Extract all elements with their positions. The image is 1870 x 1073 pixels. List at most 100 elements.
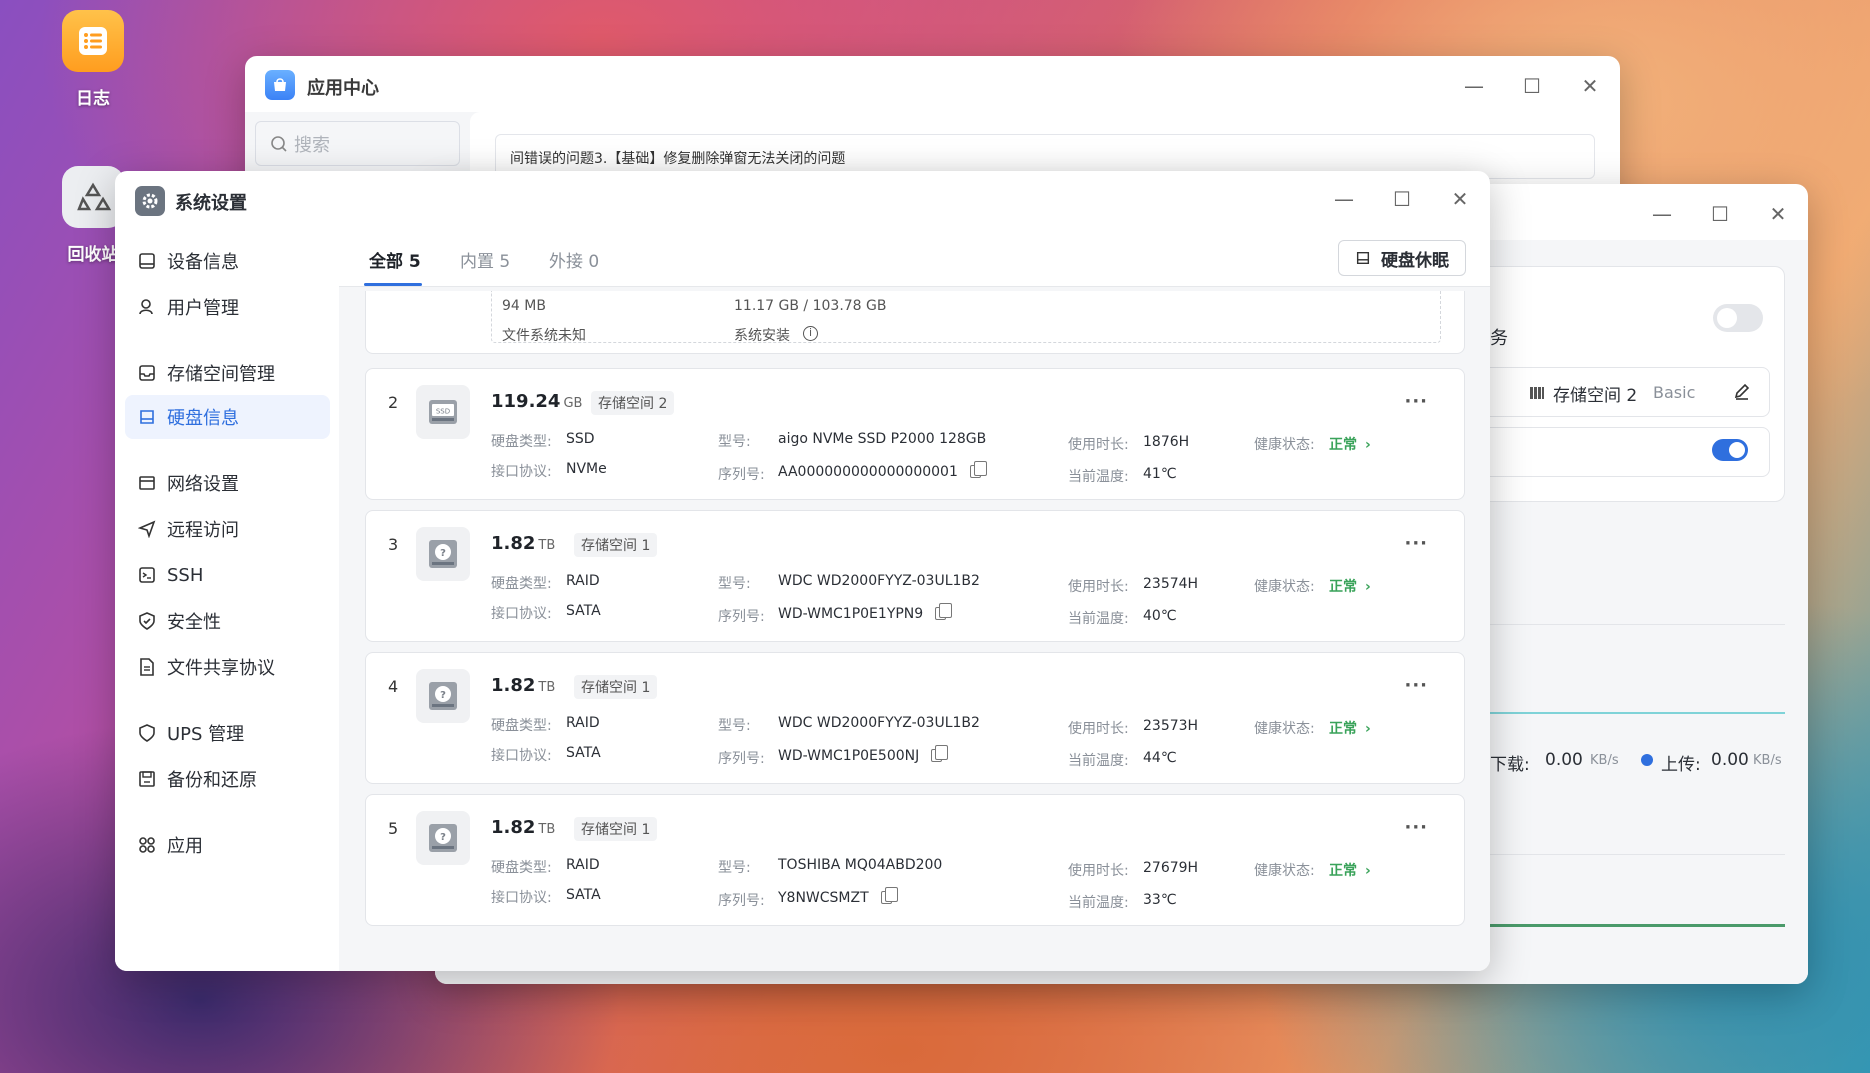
disk-model-label: 型号:: [718, 576, 751, 592]
tab-all[interactable]: 全部 5: [369, 247, 421, 272]
minimize-icon[interactable]: —: [1332, 187, 1356, 211]
app-center-title: 应用中心: [307, 78, 379, 99]
disk-card-4: 4 ? 1.82 TB 存储空间 1 ··· 硬盘类型: RAID 接口协议: S…: [365, 652, 1465, 784]
service-toggle[interactable]: [1713, 304, 1763, 332]
maximize-icon[interactable]: ☐: [1390, 187, 1414, 211]
upload-label: 上传:: [1661, 755, 1701, 775]
maximize-icon[interactable]: ☐: [1708, 202, 1732, 226]
more-options-icon[interactable]: ···: [1404, 391, 1428, 412]
sidebar-item-disk-info[interactable]: 硬盘信息: [125, 395, 330, 439]
disk-index: 4: [388, 677, 399, 696]
disk-health-value: 正常: [1329, 437, 1357, 453]
partition-note: 系统安装: [734, 328, 790, 344]
storage-pool-badge: 存储空间 1: [574, 675, 658, 699]
enabled-toggle[interactable]: [1712, 439, 1748, 461]
disk-sleep-label: 硬盘休眠: [1381, 250, 1449, 271]
copy-icon[interactable]: [969, 461, 987, 478]
tab-external[interactable]: 外接 0: [549, 247, 599, 272]
disk-type-label: 硬盘类型:: [491, 434, 552, 450]
disk-model-value: WDC WD2000FYYZ-03UL1B2: [778, 573, 980, 589]
sidebar-item-label: 文件共享协议: [167, 658, 275, 679]
search-icon: [271, 135, 287, 152]
sidebar-item-device-info[interactable]: 设备信息: [125, 239, 330, 283]
disk-protocol-value: NVMe: [566, 461, 607, 477]
upload-value: 0.00: [1711, 750, 1749, 770]
copy-icon[interactable]: [935, 603, 953, 620]
close-icon[interactable]: ✕: [1448, 187, 1472, 211]
disk-serial-label: 序列号:: [718, 893, 765, 909]
tab-internal[interactable]: 内置 5: [460, 247, 510, 272]
sidebar-item-network[interactable]: 网络设置: [125, 461, 330, 505]
disk-protocol-label: 接口协议:: [491, 464, 552, 480]
desktop-icon-log[interactable]: 日志: [38, 10, 148, 109]
sidebar-item-user-management[interactable]: 用户管理: [125, 285, 330, 329]
sidebar-item-apps[interactable]: 应用: [125, 823, 330, 867]
disk-temp-value: 44℃: [1143, 750, 1177, 766]
close-icon[interactable]: ✕: [1578, 74, 1602, 98]
disk-health-link[interactable]: 正常 ›: [1329, 860, 1371, 880]
disk-protocol-value: SATA: [566, 603, 601, 619]
minimize-icon[interactable]: —: [1650, 202, 1674, 226]
disk-index: 2: [388, 393, 399, 412]
disk-temp-label: 当前温度:: [1068, 469, 1129, 485]
sidebar-item-file-share[interactable]: 文件共享协议: [125, 645, 330, 689]
disk-type-label: 硬盘类型:: [491, 860, 552, 876]
disk-protocol-label: 接口协议:: [491, 748, 552, 764]
upload-unit: KB/s: [1753, 753, 1782, 768]
sidebar-item-label: 用户管理: [167, 298, 239, 319]
log-app-icon: [62, 10, 124, 72]
disk-temp-label: 当前温度:: [1068, 611, 1129, 627]
chevron-right-icon: ›: [1365, 579, 1371, 595]
storage-select[interactable]: 存储空间 2 Basic: [1480, 367, 1770, 417]
disk-health-label: 健康状态:: [1254, 437, 1315, 453]
desktop-icon-label: 日志: [76, 89, 110, 109]
sidebar-item-security[interactable]: 安全性: [125, 599, 330, 643]
disk-type-value: RAID: [566, 715, 600, 731]
close-icon[interactable]: ✕: [1766, 202, 1790, 226]
copy-icon[interactable]: [931, 745, 949, 762]
storage-pool-badge: 存储空间 2: [591, 391, 675, 415]
disk-protocol-value: SATA: [566, 887, 601, 903]
sidebar-item-ssh[interactable]: SSH: [125, 553, 330, 597]
storage-pool-badge: 存储空间 1: [574, 817, 658, 841]
disk-health-link[interactable]: 正常 ›: [1329, 718, 1371, 738]
sidebar-item-backup[interactable]: 备份和还原: [125, 757, 330, 801]
copy-icon[interactable]: [880, 887, 898, 904]
disk-capacity: 119.24 GB: [491, 391, 583, 412]
disk-health-link[interactable]: 正常 ›: [1329, 576, 1371, 596]
disk-icon: [1356, 251, 1370, 265]
info-icon[interactable]: i: [803, 326, 818, 341]
maximize-icon[interactable]: ☐: [1520, 74, 1544, 98]
disk-model-label: 型号:: [718, 718, 751, 734]
svg-text:?: ?: [440, 832, 446, 843]
download-label: 下载:: [1490, 755, 1530, 775]
app-search-input[interactable]: 搜索: [255, 121, 460, 166]
minimize-icon[interactable]: —: [1462, 74, 1486, 98]
disk-health-link[interactable]: 正常 ›: [1329, 434, 1371, 454]
disk-hours-value: 27679H: [1143, 860, 1199, 876]
sidebar-item-ups[interactable]: UPS 管理: [125, 711, 330, 755]
sidebar-item-remote-access[interactable]: 远程访问: [125, 507, 330, 551]
shield-icon: [137, 611, 157, 631]
more-options-icon[interactable]: ···: [1404, 817, 1428, 838]
disk-serial-value: Y8NWCSMZT: [778, 890, 869, 906]
disk-card-5: 5 ? 1.82 TB 存储空间 1 ··· 硬盘类型: RAID 接口协议: S…: [365, 794, 1465, 926]
more-options-icon[interactable]: ···: [1404, 533, 1428, 554]
disk-icon: [137, 407, 157, 427]
network-icon: [137, 473, 157, 493]
disk-model-label: 型号:: [718, 860, 751, 876]
sidebar-item-label: 远程访问: [167, 520, 239, 541]
edit-icon[interactable]: [1733, 383, 1751, 401]
disk-hours-label: 使用时长:: [1068, 579, 1129, 595]
storage-pool-icon: [1530, 387, 1544, 399]
more-options-icon[interactable]: ···: [1404, 675, 1428, 696]
disk-sleep-button[interactable]: 硬盘休眠: [1338, 240, 1466, 276]
disk-temp-value: 41℃: [1143, 466, 1177, 482]
service-label: 务: [1490, 328, 1508, 349]
disk-card-3: 3 ? 1.82 TB 存储空间 1 ··· 硬盘类型: RAID 接口协议: S…: [365, 510, 1465, 642]
disk-serial-row: WD-WMC1P0E1YPN9: [778, 603, 953, 622]
disk-serial-value: WD-WMC1P0E1YPN9: [778, 606, 924, 622]
disk-temp-label: 当前温度:: [1068, 895, 1129, 911]
sidebar-item-storage[interactable]: 存储空间管理: [125, 351, 330, 395]
sidebar-item-label: 应用: [167, 836, 203, 857]
